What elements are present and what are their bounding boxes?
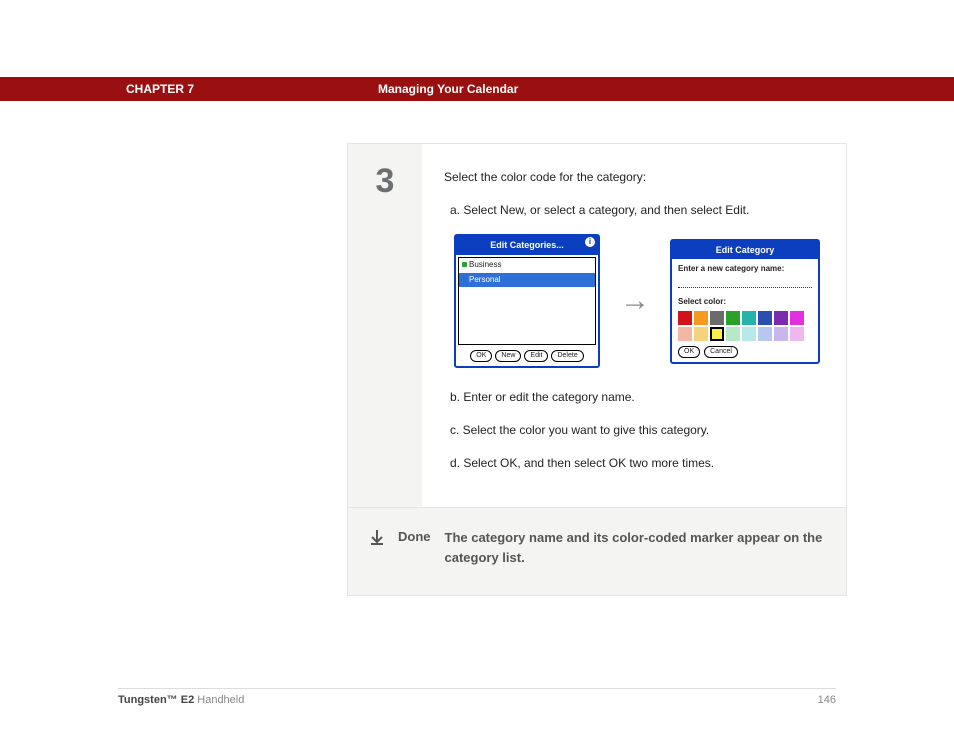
step-number: 3 xyxy=(348,144,422,507)
step-intro: Select the color code for the category: xyxy=(444,168,824,187)
color-swatch[interactable] xyxy=(694,311,708,325)
edit-category-dialog: Edit Category Enter a new category name:… xyxy=(670,239,820,364)
info-icon[interactable]: i xyxy=(585,237,595,247)
edit-button[interactable]: Edit xyxy=(524,350,548,362)
ok-button[interactable]: OK xyxy=(470,350,492,362)
color-swatch[interactable] xyxy=(726,327,740,341)
ok-button[interactable]: OK xyxy=(678,346,700,358)
new-button[interactable]: New xyxy=(495,350,521,362)
name-input[interactable] xyxy=(678,278,812,288)
enter-name-label: Enter a new category name: xyxy=(678,263,812,276)
page-number: 146 xyxy=(818,694,836,706)
color-swatch-grid xyxy=(678,311,812,341)
dialog-title: Edit Category xyxy=(672,241,818,259)
color-swatch[interactable] xyxy=(726,311,740,325)
done-text: The category name and its color-coded ma… xyxy=(445,528,825,567)
color-swatch[interactable] xyxy=(790,327,804,341)
color-swatch[interactable] xyxy=(790,311,804,325)
category-listbox[interactable]: Business Personal xyxy=(458,257,596,345)
done-label: Done xyxy=(398,529,431,544)
substep-d: d. Select OK, and then select OK two mor… xyxy=(450,454,824,473)
chapter-label: CHAPTER 7 xyxy=(126,82,194,96)
color-swatch[interactable] xyxy=(694,327,708,341)
color-swatch[interactable] xyxy=(678,327,692,341)
list-item[interactable]: Personal xyxy=(459,273,595,288)
color-swatch[interactable] xyxy=(742,327,756,341)
footer-product: Tungsten™ E2 Handheld xyxy=(118,694,244,706)
color-swatch[interactable] xyxy=(758,327,772,341)
color-swatch[interactable] xyxy=(710,327,724,341)
color-swatch[interactable] xyxy=(774,311,788,325)
section-title: Managing Your Calendar xyxy=(378,82,518,96)
done-arrow-icon xyxy=(370,529,384,549)
footer-rule xyxy=(118,688,836,689)
color-swatch[interactable] xyxy=(678,311,692,325)
color-swatch[interactable] xyxy=(758,311,772,325)
substep-a: a. Select New, or select a category, and… xyxy=(450,201,824,220)
substep-b: b. Enter or edit the category name. xyxy=(450,388,824,407)
dialog-title: Edit Categories... i xyxy=(456,236,598,254)
edit-categories-dialog: Edit Categories... i Business Personal O… xyxy=(454,234,600,367)
list-item[interactable]: Business xyxy=(459,258,595,273)
color-swatch[interactable] xyxy=(774,327,788,341)
arrow-icon: → xyxy=(620,277,650,325)
cancel-button[interactable]: Cancel xyxy=(704,346,738,358)
select-color-label: Select color: xyxy=(678,296,812,309)
substep-c: c. Select the color you want to give thi… xyxy=(450,421,824,440)
delete-button[interactable]: Delete xyxy=(551,350,583,362)
chapter-header-bar: CHAPTER 7 Managing Your Calendar xyxy=(0,77,954,101)
color-swatch[interactable] xyxy=(742,311,756,325)
done-bar: Done The category name and its color-cod… xyxy=(348,507,846,595)
color-swatch[interactable] xyxy=(710,311,724,325)
step-container: 3 Select the color code for the category… xyxy=(347,143,847,596)
step-body: Select the color code for the category: … xyxy=(422,144,846,507)
